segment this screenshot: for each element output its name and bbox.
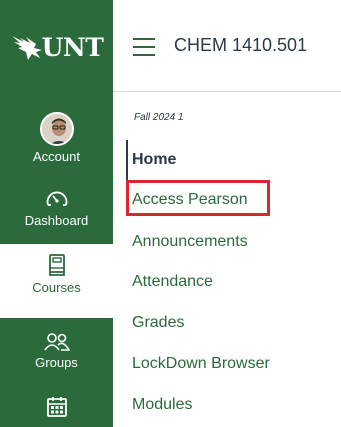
avatar	[39, 112, 74, 146]
global-nav-groups-label: Groups	[35, 355, 78, 370]
global-nav-account-label: Account	[33, 149, 80, 164]
course-nav-lockdown-browser[interactable]: LockDown Browser	[126, 344, 341, 384]
course-nav-access-pearson[interactable]: Access Pearson	[126, 180, 341, 220]
global-nav-dashboard[interactable]: Dashboard	[0, 188, 113, 228]
global-nav: UNT Account Dashboard Courses Groups	[0, 0, 113, 427]
global-nav-courses[interactable]: Courses	[0, 253, 113, 295]
course-nav-modules[interactable]: Modules	[126, 385, 341, 425]
course-nav-announcements[interactable]: Announcements	[126, 222, 341, 262]
hamburger-menu-icon[interactable]	[133, 38, 155, 56]
course-nav-home[interactable]: Home	[126, 140, 341, 180]
unt-logo[interactable]: UNT	[0, 16, 113, 78]
term-label: Fall 2024 1	[134, 112, 184, 123]
dashboard-gauge-icon	[46, 191, 67, 206]
logo-text: UNT	[41, 32, 104, 62]
course-title[interactable]: CHEM 1410.501	[174, 35, 307, 56]
groups-people-icon	[43, 333, 70, 351]
global-nav-calendar[interactable]	[0, 396, 113, 421]
calendar-icon	[46, 397, 67, 417]
global-nav-courses-label: Courses	[32, 280, 81, 295]
course-header: CHEM 1410.501	[113, 0, 341, 92]
global-nav-account[interactable]: Account	[0, 112, 113, 164]
course-nav-attendance[interactable]: Attendance	[126, 262, 341, 302]
eagle-logo-icon	[11, 36, 42, 60]
global-nav-groups[interactable]: Groups	[0, 332, 113, 370]
global-nav-dashboard-label: Dashboard	[24, 213, 89, 228]
courses-book-icon	[48, 254, 65, 276]
course-nav-grades[interactable]: Grades	[126, 303, 341, 343]
